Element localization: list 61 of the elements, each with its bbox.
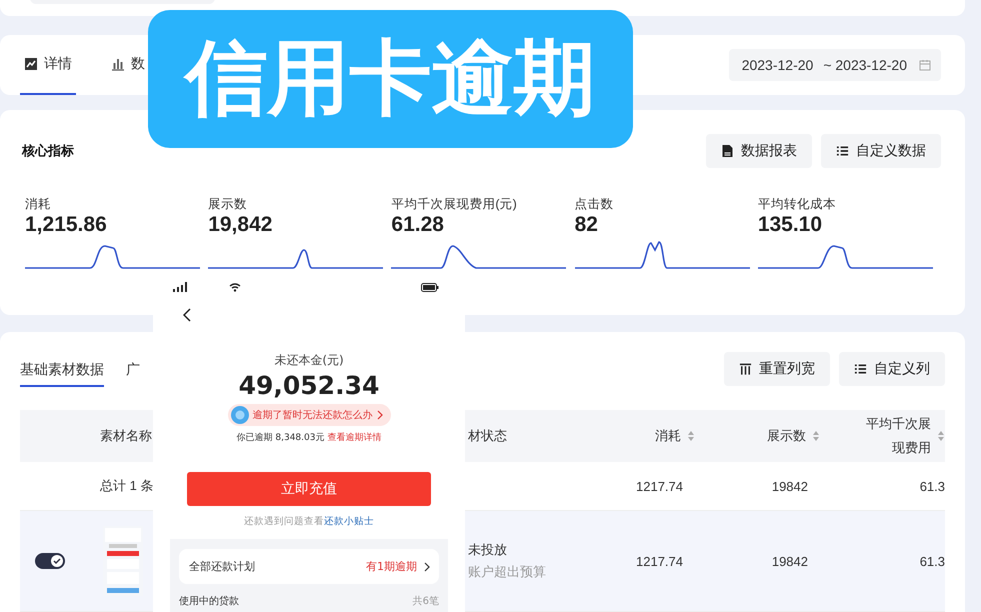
- metric-value: 82: [574, 212, 599, 238]
- signal-icon: [173, 282, 187, 292]
- status-text: 未投放: [468, 541, 507, 559]
- chevron-icon: [424, 562, 430, 572]
- help-banner[interactable]: 逾期了暂时无法还款怎么办: [228, 404, 390, 426]
- status-reason: 账户超出预算: [468, 563, 546, 581]
- overdue-link[interactable]: 查看逾期详情: [327, 431, 382, 444]
- tips-link[interactable]: 还款小贴士: [324, 515, 374, 528]
- metric-value: 1,215.86: [25, 212, 108, 238]
- title-banner: 信用卡逾期: [148, 10, 633, 148]
- wifi-icon: [229, 282, 241, 292]
- metric-label: 展示数: [208, 196, 248, 212]
- metric-label: 消耗: [25, 196, 52, 212]
- amount-label: 未还本金(元): [274, 352, 344, 369]
- date-range-field[interactable]: 2023-12-20 ~ 2023-12-20: [728, 49, 941, 81]
- check-icon: [50, 554, 64, 568]
- metric-label: 平均转化成本: [758, 196, 837, 212]
- table-cell: 1217.74: [635, 511, 695, 612]
- column-header: 材状态: [468, 427, 507, 445]
- columns-icon: [739, 362, 752, 376]
- back-icon[interactable]: [183, 308, 191, 322]
- line-chart-icon: [24, 57, 38, 71]
- tab[interactable]: 广: [126, 361, 140, 387]
- calendar-icon: [919, 59, 931, 71]
- toolbar-button[interactable]: 自定义数据: [821, 134, 941, 168]
- metric-value: 19,842: [208, 212, 274, 238]
- toolbar-button[interactable]: 数据报表: [706, 134, 812, 168]
- column-header: 素材名称: [100, 427, 152, 445]
- amount-value: 49,052.34: [238, 371, 380, 400]
- tab[interactable]: 基础素材数据: [20, 361, 104, 387]
- metric-value: 135.10: [758, 212, 824, 238]
- section-title: 核心指标: [22, 142, 74, 160]
- end-date: ~ 2023-12-20: [823, 57, 907, 73]
- document-icon: [721, 144, 734, 158]
- metric-label: 平均千次展现费用(元): [391, 196, 518, 212]
- tab[interactable]: 详情: [20, 35, 76, 95]
- metric-value: 61.28: [391, 212, 445, 238]
- list-icon: [854, 362, 867, 376]
- list-icon: [836, 144, 849, 158]
- toolbar-button[interactable]: 重置列宽: [724, 352, 830, 386]
- toolbar-button[interactable]: 自定义列: [839, 352, 945, 386]
- loans-label: 使用中的贷款: [179, 594, 239, 608]
- metric-label: 点击数: [574, 196, 615, 212]
- overdue-text: 你已逾期 8,348.03元: [236, 432, 324, 444]
- column-header: 消耗: [655, 427, 681, 445]
- plan-row[interactable]: 全部还款计划 有1期逾期: [179, 549, 439, 584]
- battery-icon: [421, 282, 439, 292]
- recharge-button[interactable]: 立即充值: [187, 472, 431, 506]
- loans-count: 共6笔: [412, 594, 439, 608]
- table-cell: 61.3: [820, 511, 945, 612]
- bar-chart-icon: [111, 57, 125, 71]
- sort-icon[interactable]: [937, 430, 945, 442]
- chevron-icon: [376, 410, 382, 420]
- toggle-switch[interactable]: [35, 553, 65, 569]
- tab[interactable]: 数: [111, 35, 145, 95]
- start-date: 2023-12-20: [742, 57, 814, 73]
- help-text: 还款遇到问题查看: [244, 515, 324, 528]
- column-header: 平均千次展现费用: [866, 415, 931, 457]
- mascot-icon: [230, 406, 248, 424]
- table-cell: 19842: [695, 511, 820, 612]
- column-header: 展示数: [767, 427, 806, 445]
